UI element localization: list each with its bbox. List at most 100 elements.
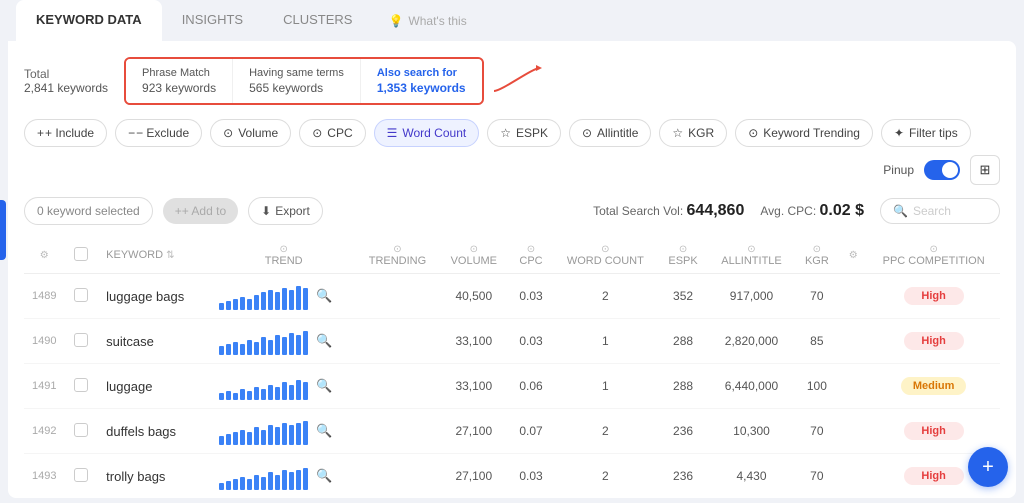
plus-icon: + (37, 126, 44, 140)
row-select-checkbox[interactable] (74, 288, 88, 302)
ppc-badge: High (904, 467, 964, 485)
trend-search-icon[interactable]: 🔍 (316, 468, 332, 484)
exclude-button[interactable]: − − Exclude (115, 119, 202, 147)
same-terms-box: Having same terms 565 keywords (233, 59, 361, 103)
word-count-button[interactable]: ☰ Word Count (374, 119, 480, 147)
trend-bar (282, 470, 287, 490)
total-search-vol: Total Search Vol: 644,860 (593, 202, 744, 220)
trend-bar (275, 387, 280, 400)
tab-keyword-data[interactable]: KEYWORD DATA (16, 0, 162, 41)
search-icon: 🔍 (893, 204, 908, 218)
grid-view-button[interactable]: ⊞ (970, 155, 1000, 185)
col-checkbox-header (64, 237, 98, 274)
col-word-count-header: ⊙ WORD COUNT (553, 237, 657, 274)
add-to-button[interactable]: + + Add to (163, 198, 238, 224)
cpc-button[interactable]: ⊙ CPC (299, 119, 365, 147)
kgr-cell: 70 (794, 454, 839, 499)
ppc-cell: High (867, 319, 1000, 364)
row-select-checkbox[interactable] (74, 423, 88, 437)
espk-button[interactable]: ☆ ESPK (487, 119, 561, 147)
volume-cell: 27,100 (439, 409, 509, 454)
cpc-cell: 0.03 (509, 454, 553, 499)
volume-button[interactable]: ⊙ Volume (210, 119, 291, 147)
selected-count: 0 keyword selected (24, 197, 153, 225)
trend-bar (289, 385, 294, 400)
trend-cell: 🔍 (211, 274, 356, 319)
tab-insights[interactable]: INSIGHTS (162, 0, 263, 41)
fab-button[interactable]: + (968, 447, 1008, 487)
also-search-box[interactable]: Also search for 1,353 keywords (361, 59, 482, 103)
grid-icon: ⊞ (980, 162, 991, 178)
word-count-cell: 2 (553, 409, 657, 454)
trend-bar (296, 423, 301, 445)
trend-bar (226, 391, 231, 400)
pinup-toggle[interactable] (924, 160, 960, 180)
trending-cell (356, 364, 439, 409)
kgr-button[interactable]: ☆ KGR (659, 119, 727, 147)
table-row: 1489 luggage bags 🔍 40,500 0.03 2 352 91… (24, 274, 1000, 319)
keyword-cell: trolly bags (98, 454, 211, 499)
cpc-cell: 0.03 (509, 274, 553, 319)
trending-cell (356, 274, 439, 319)
cpc-cell: 0.03 (509, 319, 553, 364)
trend-bar (268, 290, 273, 310)
trend-bar (275, 475, 280, 490)
export-button[interactable]: ⬇ Export (248, 197, 323, 225)
trending-cell (356, 409, 439, 454)
add-icon: + (175, 204, 182, 218)
word-count-cell: 2 (553, 274, 657, 319)
total-keywords: Total 2,841 keywords (24, 67, 108, 95)
trend-bar (254, 427, 259, 445)
keyword-trending-button[interactable]: ⊙ Keyword Trending (735, 119, 873, 147)
trend-search-icon[interactable]: 🔍 (316, 288, 332, 304)
trend-bar (226, 434, 231, 445)
filter-icon: ✦ (894, 126, 904, 140)
allintitle-button[interactable]: ⊙ Allintitle (569, 119, 651, 147)
filter-tips-button[interactable]: ✦ Filter tips (881, 119, 971, 147)
trend-search-icon[interactable]: 🔍 (316, 423, 332, 439)
trend-bar (226, 481, 231, 490)
trend-bar (275, 427, 280, 445)
search-box[interactable]: 🔍 Search (880, 198, 1000, 224)
settings-cell (839, 274, 867, 319)
keyword-cell: suitcase (98, 319, 211, 364)
ppc-badge: Medium (901, 377, 967, 395)
table-row: 1492 duffels bags 🔍 27,100 0.07 2 236 10… (24, 409, 1000, 454)
select-all-checkbox[interactable] (74, 247, 88, 261)
col-trending-header: ⊙ TRENDING (356, 237, 439, 274)
trend-bar (268, 340, 273, 355)
kgr-cell: 70 (794, 409, 839, 454)
word-count-cell: 2 (553, 454, 657, 499)
trend-bar (219, 436, 224, 445)
kgr-icon: ☆ (672, 126, 683, 140)
volume-cell: 33,100 (439, 319, 509, 364)
include-button[interactable]: + + Include (24, 119, 107, 147)
trend-search-icon[interactable]: 🔍 (316, 378, 332, 394)
trend-bar (233, 393, 238, 400)
row-select-checkbox[interactable] (74, 468, 88, 482)
trend-search-icon[interactable]: 🔍 (316, 333, 332, 349)
row-checkbox (64, 319, 98, 364)
volume-cell: 33,100 (439, 364, 509, 409)
cpc-cell: 0.07 (509, 409, 553, 454)
trend-cell: 🔍 (211, 364, 356, 409)
tab-clusters[interactable]: CLUSTERS (263, 0, 372, 41)
trend-bar (296, 286, 301, 310)
row-checkbox (64, 364, 98, 409)
row-select-checkbox[interactable] (74, 378, 88, 392)
col-keyword-header: KEYWORD ⇅ (98, 237, 211, 274)
espk-cell: 236 (658, 409, 709, 454)
trending-cell (356, 319, 439, 364)
table-row: 1493 trolly bags 🔍 27,100 0.03 2 236 4,4… (24, 454, 1000, 499)
trend-bar (233, 479, 238, 490)
espk-cell: 352 (658, 274, 709, 319)
trend-bar (219, 346, 224, 355)
trend-bar (275, 292, 280, 310)
row-checkbox (64, 454, 98, 499)
whats-this-link[interactable]: 💡 What's this (388, 14, 466, 28)
row-select-checkbox[interactable] (74, 333, 88, 347)
trend-bar (296, 380, 301, 400)
trend-bar (247, 479, 252, 490)
trend-bar (219, 393, 224, 400)
trend-bar (303, 468, 308, 490)
